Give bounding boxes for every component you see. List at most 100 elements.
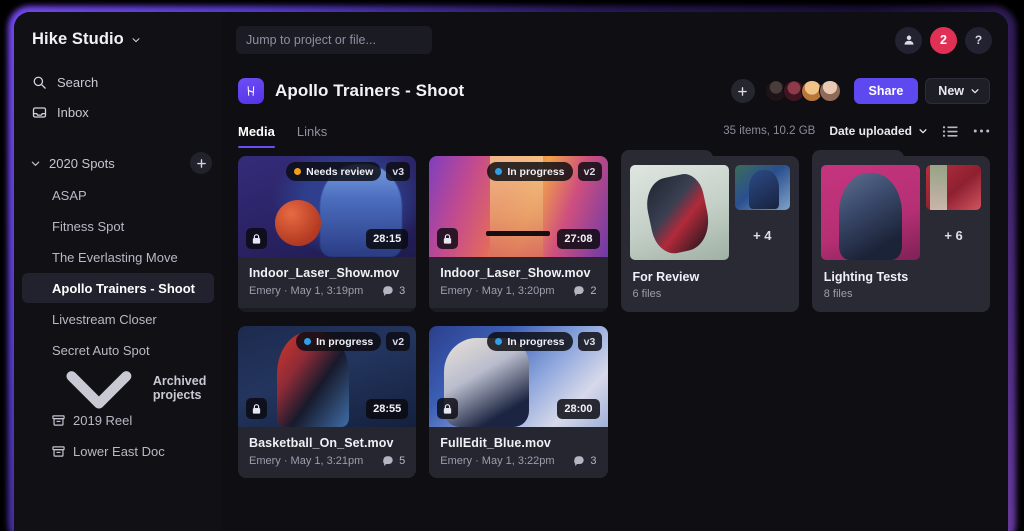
- version-badge: v3: [577, 332, 602, 351]
- media-card[interactable]: In progress v2 28:55 Basketball_On_Set.m…: [238, 326, 417, 478]
- more-options-button[interactable]: [973, 128, 990, 134]
- card-badges: In progress v3: [487, 332, 602, 351]
- folder-body: + 6 Lighting Tests 8 files: [811, 156, 990, 312]
- search-icon: [33, 76, 46, 89]
- version-badge: v2: [386, 332, 411, 351]
- media-card[interactable]: Needs review v3 28:15 Indoor_Laser_Show.…: [238, 156, 417, 312]
- status-dot-icon: [495, 168, 503, 175]
- project-header: Apollo Trainers - Shoot Share New: [222, 68, 1008, 114]
- card-thumbnail[interactable]: In progress v2 27:08: [429, 156, 608, 257]
- comment-icon: [574, 286, 585, 297]
- media-card[interactable]: In progress v3 28:00 FullEdit_Blue.mov E…: [429, 326, 608, 478]
- workspace-switcher[interactable]: Hike Studio: [14, 12, 222, 49]
- version-badge: v2: [577, 162, 602, 181]
- sidebar-project-asap[interactable]: ASAP: [22, 180, 214, 210]
- status-label: In progress: [507, 335, 565, 348]
- collaborator-avatars[interactable]: [764, 80, 841, 102]
- comment-count-label: 5: [399, 455, 406, 467]
- folder-file-count: 8 files: [823, 288, 853, 300]
- card-badges: In progress v2: [487, 162, 602, 181]
- folder-preview-large: [629, 165, 729, 260]
- add-project-button[interactable]: [190, 152, 212, 174]
- help-button[interactable]: ?: [965, 26, 992, 54]
- sidebar-project-livestream-closer[interactable]: Livestream Closer: [22, 304, 214, 334]
- comment-count-label: 3: [399, 285, 406, 297]
- media-card[interactable]: In progress v2 27:08 Indoor_Laser_Show.m…: [429, 156, 608, 312]
- duration-badge: 28:55: [366, 399, 409, 419]
- file-meta: Emery · May 1, 3:22pm: [440, 455, 555, 467]
- sidebar-section-2020-spots[interactable]: 2020 Spots: [14, 147, 222, 179]
- app-window: Hike Studio Search Inbox 2020 Spots ASAP…: [14, 12, 1008, 531]
- sidebar-section-archived-projects[interactable]: Archived projects: [22, 371, 214, 409]
- sidebar-item-search[interactable]: Search: [14, 67, 222, 97]
- file-name: Indoor_Laser_Show.mov: [249, 266, 400, 280]
- status-badge: Needs review: [286, 162, 382, 181]
- folder-more-count: + 4: [753, 227, 772, 243]
- sidebar-item-label: Search: [57, 74, 99, 90]
- duration-badge: 27:08: [557, 229, 600, 249]
- person-icon: [904, 35, 913, 45]
- share-button[interactable]: Share: [853, 78, 919, 104]
- plus-icon: [196, 158, 206, 168]
- sidebar-nav: Search Inbox: [14, 67, 222, 127]
- lock-icon: [246, 228, 267, 249]
- card-thumbnail[interactable]: In progress v3 28:00: [429, 326, 608, 427]
- list-view-icon: [942, 125, 958, 137]
- comment-count: 3: [573, 455, 597, 467]
- plus-icon: [738, 86, 747, 96]
- folder-name: For Review: [632, 270, 700, 284]
- status-dot-icon: [495, 338, 503, 345]
- sidebar-archived-lower-east-doc[interactable]: Lower East Doc: [22, 436, 214, 466]
- sidebar-project-apollo-trainers-shoot[interactable]: Apollo Trainers - Shoot: [22, 273, 214, 303]
- tab-label: Media: [238, 123, 275, 139]
- sidebar-project-fitness-spot[interactable]: Fitness Spot: [22, 211, 214, 241]
- tab-media[interactable]: Media: [238, 114, 275, 148]
- tab-links[interactable]: Links: [297, 114, 327, 148]
- list-view-button[interactable]: [942, 125, 959, 138]
- folder-name: Lighting Tests: [823, 270, 909, 284]
- workspace-name: Hike Studio: [32, 30, 124, 48]
- folder-more-count: + 6: [944, 227, 963, 243]
- archive-box-icon: [52, 414, 65, 426]
- sidebar-project-the-everlasting-move[interactable]: The Everlasting Move: [22, 242, 214, 272]
- file-meta: Emery · May 1, 3:21pm: [249, 455, 364, 467]
- project-label: Livestream Closer: [52, 311, 157, 327]
- sidebar: Hike Studio Search Inbox 2020 Spots ASAP…: [14, 12, 222, 531]
- sidebar-section-label: 2020 Spots: [49, 155, 115, 171]
- card-footer: Basketball_On_Set.mov Emery · May 1, 3:2…: [238, 427, 417, 478]
- tab-label: Links: [296, 123, 328, 139]
- new-button[interactable]: New: [925, 78, 990, 104]
- chevron-down-icon: [919, 129, 927, 134]
- sort-selector[interactable]: Date uploaded: [829, 124, 928, 138]
- card-thumbnail[interactable]: In progress v2 28:55: [238, 326, 417, 427]
- status-dot-icon: [304, 338, 312, 345]
- folder-body: + 4 For Review 6 files: [620, 156, 799, 312]
- sidebar-section-label: Archived projects: [152, 374, 207, 402]
- status-badge: In progress: [487, 332, 573, 351]
- status-dot-icon: [294, 168, 302, 175]
- project-logo-icon: [238, 78, 264, 104]
- screenshot-stage: Hike Studio Search Inbox 2020 Spots ASAP…: [0, 0, 1024, 531]
- folder-label: For Review 6 files: [630, 260, 790, 312]
- folder-card[interactable]: + 6 Lighting Tests 8 files: [811, 150, 990, 312]
- notifications-button[interactable]: 2: [930, 26, 957, 54]
- new-button-label: New: [938, 84, 964, 98]
- account-button[interactable]: [895, 26, 922, 54]
- status-badge: In progress: [487, 162, 573, 181]
- notification-count: 2: [940, 33, 947, 47]
- card-thumbnail[interactable]: Needs review v3 28:15: [238, 156, 417, 257]
- archived-label: 2019 Reel: [73, 412, 133, 428]
- comment-icon: [383, 286, 393, 297]
- avatar[interactable]: [818, 80, 841, 102]
- search-input[interactable]: [236, 26, 432, 54]
- folder-preview-large: [820, 165, 921, 260]
- folder-card[interactable]: + 4 For Review 6 files: [620, 150, 799, 312]
- sidebar-item-inbox[interactable]: Inbox: [14, 97, 222, 127]
- card-footer: Indoor_Laser_Show.mov Emery · May 1, 3:2…: [429, 257, 608, 308]
- card-badges: Needs review v3: [286, 162, 411, 181]
- duration-badge: 28:15: [366, 229, 409, 249]
- folder-label: Lighting Tests 8 files: [821, 260, 981, 312]
- chevron-down-icon: [31, 161, 40, 166]
- add-member-button[interactable]: [730, 79, 755, 103]
- card-footer: FullEdit_Blue.mov Emery · May 1, 3:22pm …: [429, 427, 608, 478]
